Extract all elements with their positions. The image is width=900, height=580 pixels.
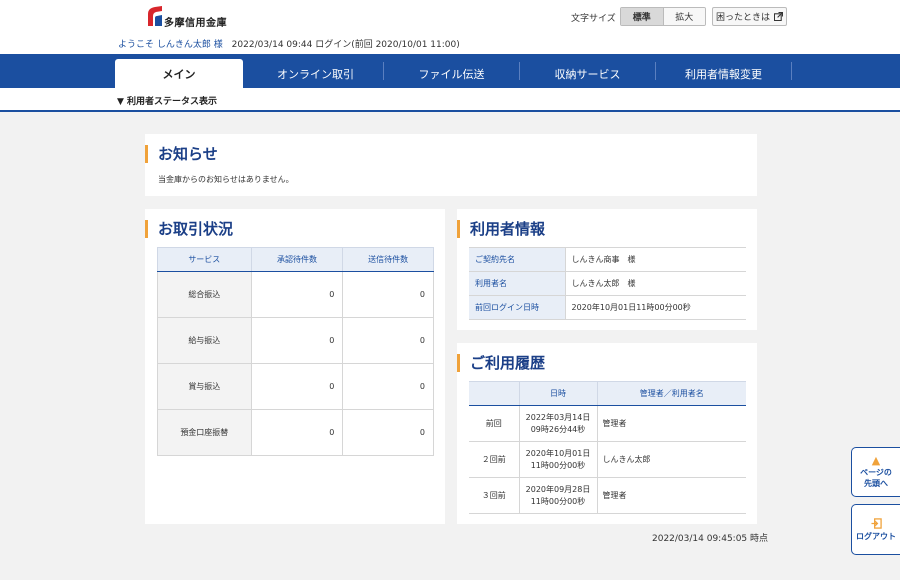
info-label: 前回ログイン日時	[469, 295, 566, 320]
approval-count: 0	[250, 271, 344, 318]
welcome-line: ようこそ しんきん太郎 様 2022/03/14 09:44 ログイン(前回 2…	[118, 37, 460, 50]
history-datetime: 2022年03月14日 09時26分44秒	[518, 405, 598, 442]
login-info: 2022/03/14 09:44 ログイン(前回 2020/10/01 11:0…	[231, 40, 460, 50]
font-size-large-button[interactable]: 拡大	[663, 8, 705, 25]
service-name: 預金口座振替	[157, 409, 252, 456]
transactions-card: お取引状況 サービス 承認待件数 送信待件数 総合振込 0 0 給与振込 0 0…	[145, 209, 445, 524]
tab-online-transactions[interactable]: オンライン取引	[248, 59, 383, 88]
external-link-icon	[774, 12, 783, 21]
user-info-card: 利用者情報 ご契約先名 しんきん商事 様 利用者名 しんきん太郎 様 前回ログイ…	[457, 209, 757, 330]
history-date: 2020年09月28日	[525, 484, 591, 494]
table-row: 賞与振込 0 0	[157, 363, 434, 410]
history-datetime: 2020年10月01日 11時00分00秒	[518, 441, 598, 478]
welcome-prefix: ようこそ	[118, 40, 155, 50]
table-row: ご契約先名 しんきん商事 様	[469, 247, 746, 272]
history-label: ３回前	[469, 477, 520, 514]
send-count: 0	[342, 409, 434, 456]
notice-card: お知らせ 当金庫からのお知らせはありません。	[145, 134, 757, 196]
notice-title: お知らせ	[145, 145, 218, 163]
nav-divider	[655, 62, 656, 80]
history-time: 11時00分00秒	[530, 460, 586, 470]
approval-count: 0	[250, 363, 344, 410]
column-header	[469, 381, 520, 406]
history-label: 前回	[469, 405, 520, 442]
logo-text: 多摩信用金庫	[164, 18, 227, 29]
logo-icon	[148, 6, 162, 26]
font-size-label: 文字サイズ	[571, 14, 616, 24]
send-count: 0	[342, 317, 434, 364]
history-label: ２回前	[469, 441, 520, 478]
column-header: 日時	[518, 381, 598, 406]
approval-count: 0	[250, 409, 344, 456]
notice-text: 当金庫からのお知らせはありません。	[158, 175, 294, 184]
info-value: 2020年10月01日11時00分00秒	[565, 295, 746, 320]
table-row: ３回前 2020年09月28日 11時00分00秒 管理者	[469, 477, 746, 514]
service-name: 総合振込	[157, 271, 252, 318]
table-row: 前回ログイン日時 2020年10月01日11時00分00秒	[469, 295, 746, 320]
info-value: しんきん太郎 様	[565, 271, 746, 296]
main-nav: メイン オンライン取引 ファイル伝送 収納サービス 利用者情報変更	[0, 54, 900, 88]
table-row: ２回前 2020年10月01日 11時00分00秒 しんきん太郎	[469, 441, 746, 478]
history-user: 管理者	[596, 405, 746, 442]
nav-divider	[383, 62, 384, 80]
logout-button[interactable]: ログアウト	[851, 504, 900, 555]
column-header: 承認待件数	[250, 247, 344, 272]
table-row: 総合振込 0 0	[157, 271, 434, 318]
history-time: 09時26分44秒	[530, 424, 586, 434]
user-honorific: 様	[213, 40, 223, 50]
transactions-table: サービス 承認待件数 送信待件数 総合振込 0 0 給与振込 0 0 賞与振込 …	[157, 247, 434, 456]
history-table: 日時 管理者／利用者名 前回 2022年03月14日 09時26分44秒 管理者 …	[469, 381, 746, 514]
history-date: 2022年03月14日	[525, 412, 591, 422]
history-time: 11時00分00秒	[530, 496, 586, 506]
page-top-button[interactable]: ▲ ページの 先頭へ	[851, 447, 900, 497]
history-card: ご利用履歴 日時 管理者／利用者名 前回 2022年03月14日 09時26分44…	[457, 343, 757, 524]
page-top-label-2: 先頭へ	[864, 479, 888, 488]
column-header: 送信待件数	[342, 247, 434, 272]
table-row: 利用者名 しんきん太郎 様	[469, 271, 746, 296]
history-user: 管理者	[596, 477, 746, 514]
tab-user-info-change[interactable]: 利用者情報変更	[656, 59, 791, 88]
tab-file-transfer[interactable]: ファイル伝送	[384, 59, 519, 88]
info-label: 利用者名	[469, 271, 566, 296]
user-status-toggle[interactable]: ▼ 利用者ステータス表示	[117, 94, 217, 107]
table-row: 前回 2022年03月14日 09時26分44秒 管理者	[469, 405, 746, 442]
logout-icon	[870, 517, 882, 529]
table-row: 給与振込 0 0	[157, 317, 434, 364]
nav-divider	[519, 62, 520, 80]
info-value: しんきん商事 様	[565, 247, 746, 272]
font-size-standard-button[interactable]: 標準	[621, 8, 664, 25]
send-count: 0	[342, 271, 434, 318]
logout-label: ログアウト	[856, 531, 896, 541]
user-info-title: 利用者情報	[457, 220, 545, 238]
as-of-timestamp: 2022/03/14 09:45:05 時点	[652, 534, 769, 544]
history-date: 2020年10月01日	[525, 448, 591, 458]
transactions-title: お取引状況	[145, 220, 233, 238]
user-info-table: ご契約先名 しんきん商事 様 利用者名 しんきん太郎 様 前回ログイン日時 20…	[469, 247, 746, 320]
nav-divider	[791, 62, 792, 80]
column-header: 管理者／利用者名	[596, 381, 746, 406]
info-label: ご契約先名	[469, 247, 566, 272]
help-button[interactable]: 困ったときは	[712, 7, 787, 26]
tab-payment-services[interactable]: 収納サービス	[520, 59, 655, 88]
user-name: しんきん太郎	[156, 40, 211, 50]
page-top-label-1: ページの	[860, 468, 892, 477]
help-label: 困ったときは	[715, 13, 770, 23]
header: 多摩信用金庫 ようこそ しんきん太郎 様 2022/03/14 09:44 ログ…	[0, 0, 900, 54]
status-bar: ▼ 利用者ステータス表示	[0, 88, 900, 112]
arrow-up-icon: ▲	[871, 454, 881, 467]
approval-count: 0	[250, 317, 344, 364]
service-name: 給与振込	[157, 317, 252, 364]
send-count: 0	[342, 363, 434, 410]
history-user: しんきん太郎	[596, 441, 746, 478]
history-title: ご利用履歴	[457, 354, 545, 372]
service-name: 賞与振込	[157, 363, 252, 410]
table-row: 預金口座振替 0 0	[157, 409, 434, 456]
column-header: サービス	[157, 247, 252, 272]
font-size-toggle: 標準 拡大	[620, 7, 706, 26]
tab-main[interactable]: メイン	[115, 59, 243, 88]
history-datetime: 2020年09月28日 11時00分00秒	[518, 477, 598, 514]
